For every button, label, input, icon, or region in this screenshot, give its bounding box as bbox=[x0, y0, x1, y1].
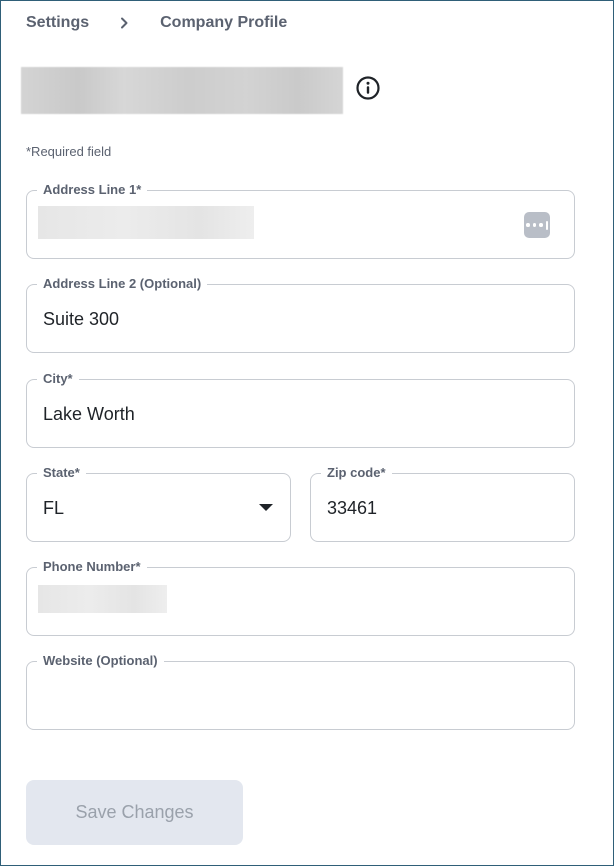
address-line1-label: Address Line 1* bbox=[37, 181, 148, 199]
address-line2-field[interactable]: Address Line 2 (Optional) Suite 300 bbox=[26, 275, 575, 353]
page-frame: Settings Company Profile *Required field… bbox=[0, 0, 614, 866]
zip-code-value: 33461 bbox=[327, 498, 378, 518]
address-line2-value: Suite 300 bbox=[43, 309, 120, 329]
phone-number-label: Phone Number* bbox=[37, 558, 147, 576]
required-field-note: *Required field bbox=[26, 144, 112, 159]
website-field[interactable]: Website (Optional) bbox=[26, 652, 575, 730]
city-label: City* bbox=[37, 370, 79, 388]
breadcrumb: Settings Company Profile bbox=[26, 12, 287, 34]
zip-code-label: Zip code* bbox=[321, 464, 392, 482]
info-icon[interactable] bbox=[355, 75, 381, 101]
city-field[interactable]: City* Lake Worth bbox=[26, 370, 575, 448]
address-line2-label: Address Line 2 (Optional) bbox=[37, 275, 208, 293]
breadcrumb-settings-link[interactable]: Settings bbox=[26, 14, 89, 32]
address-line1-value-redacted bbox=[38, 206, 254, 239]
chevron-right-icon bbox=[118, 17, 130, 29]
breadcrumb-current-page: Company Profile bbox=[160, 14, 288, 31]
zip-code-field[interactable]: Zip code* 33461 bbox=[310, 464, 575, 542]
state-label: State* bbox=[37, 464, 86, 482]
website-label: Website (Optional) bbox=[37, 652, 164, 670]
state-select[interactable]: State* FL bbox=[26, 464, 291, 542]
phone-number-field[interactable]: Phone Number* bbox=[26, 558, 575, 636]
city-value: Lake Worth bbox=[43, 404, 135, 424]
save-changes-button[interactable]: Save Changes bbox=[26, 780, 243, 845]
caret-down-icon[interactable] bbox=[259, 504, 273, 511]
address-line1-field[interactable]: Address Line 1* bbox=[26, 181, 575, 259]
company-name-redacted bbox=[21, 67, 343, 114]
phone-number-value-redacted bbox=[38, 585, 167, 613]
password-autofill-icon[interactable] bbox=[524, 212, 550, 238]
state-value: FL bbox=[43, 498, 65, 518]
